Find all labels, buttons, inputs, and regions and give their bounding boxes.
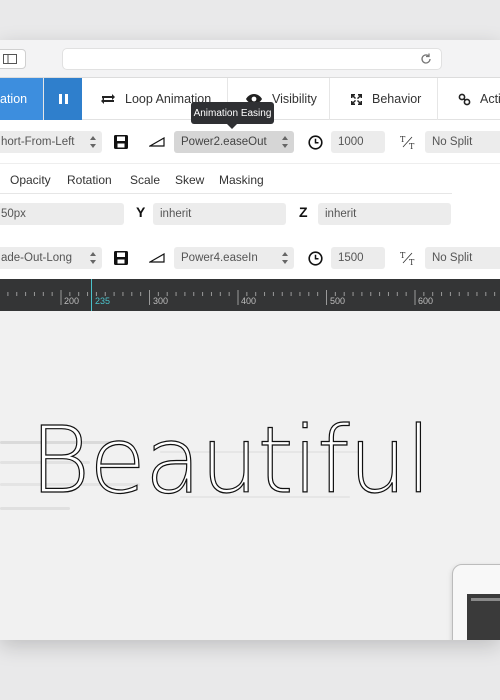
- tab-visibility-label: Visibility: [272, 92, 317, 106]
- split-in-value: No Split: [432, 136, 473, 148]
- duration-out-input[interactable]: 1500: [331, 247, 385, 269]
- timeline-label-600: 600: [418, 296, 434, 306]
- timeline-label-300: 300: [153, 296, 169, 306]
- z-offset-value: inherit: [325, 208, 357, 220]
- tab-behavior-label: Behavior: [372, 92, 422, 106]
- tab-behavior[interactable]: Behavior: [330, 78, 438, 120]
- svg-text:T: T: [400, 251, 406, 260]
- device-screen: [467, 594, 500, 640]
- split-out-value: No Split: [432, 252, 473, 264]
- tab-animation[interactable]: ation: [0, 78, 44, 120]
- pause-button[interactable]: [44, 78, 82, 120]
- transition-in-preset-value: hort-From-Left: [1, 136, 75, 148]
- subtab-opacity[interactable]: Opacity: [10, 173, 51, 187]
- duration-in-value: 1000: [338, 136, 364, 148]
- select-arrows-icon: [282, 136, 288, 148]
- z-axis-label: Z: [299, 204, 308, 220]
- link-icon: [458, 93, 471, 106]
- loop-icon: [100, 93, 116, 105]
- preview-stage: Beautiful: [0, 311, 500, 640]
- timeline-playhead[interactable]: [91, 279, 92, 311]
- device-mockup-image: [452, 564, 500, 640]
- subtab-scale[interactable]: Scale: [130, 173, 160, 187]
- svg-text:T: T: [409, 142, 415, 150]
- transition-out-preset-value: ade-Out-Long: [1, 252, 72, 264]
- select-arrows-icon: [90, 252, 96, 264]
- easing-ramp-icon: [147, 250, 167, 266]
- timeline-current-time: 235: [95, 296, 111, 306]
- clock-icon: [306, 133, 324, 151]
- transition-in-preset-select[interactable]: hort-From-Left: [0, 131, 102, 153]
- timeline-label-200: 200: [64, 296, 80, 306]
- transition-out-row: ade-Out-Long Power4.easeIn 1500 TT No Sp…: [0, 236, 500, 280]
- subtab-skew[interactable]: Skew: [175, 173, 204, 187]
- tab-actions-label: Acti: [480, 92, 500, 106]
- address-bar[interactable]: [62, 48, 442, 70]
- split-out-select[interactable]: No Split: [425, 247, 500, 269]
- sidebar-toggle-button[interactable]: [0, 49, 26, 69]
- z-offset-input[interactable]: inherit: [318, 203, 451, 225]
- y-axis-label: Y: [136, 204, 146, 220]
- duration-out-value: 1500: [338, 252, 364, 264]
- animation-easing-tooltip: Animation Easing: [191, 102, 274, 129]
- y-offset-input[interactable]: inherit: [153, 203, 286, 225]
- expand-icon: [350, 93, 363, 106]
- save-icon: [114, 251, 128, 265]
- svg-text:T: T: [400, 135, 406, 144]
- reload-icon[interactable]: [419, 52, 433, 66]
- pause-icon: [58, 94, 62, 104]
- sidebar-icon: [3, 54, 17, 64]
- easing-in-select[interactable]: Power2.easeOut: [174, 131, 294, 153]
- select-arrows-icon: [90, 136, 96, 148]
- easing-ramp-icon: [147, 134, 167, 150]
- timeline-ruler[interactable]: 200 235 300 400 500 600: [0, 279, 500, 311]
- timeline-label-500: 500: [330, 296, 346, 306]
- transition-out-preset-select[interactable]: ade-Out-Long: [0, 247, 102, 269]
- split-in-select[interactable]: No Split: [425, 131, 500, 153]
- save-preset-out-button[interactable]: [112, 249, 130, 267]
- transform-row: 50px Y inherit Z inherit: [0, 194, 500, 236]
- select-arrows-icon: [282, 252, 288, 264]
- easing-out-select[interactable]: Power4.easeIn: [174, 247, 294, 269]
- save-icon: [114, 135, 128, 149]
- timeline-ticks: [7, 290, 496, 305]
- subtab-masking[interactable]: Masking: [219, 173, 264, 187]
- subtab-rotation[interactable]: Rotation: [67, 173, 112, 187]
- split-text-icon: TT: [398, 132, 418, 152]
- tab-animation-label: ation: [0, 92, 28, 106]
- app-window: ation Loop Animation Visibility Behavior: [0, 40, 500, 640]
- x-offset-value: 50px: [1, 208, 26, 220]
- x-offset-input[interactable]: 50px: [0, 203, 124, 225]
- save-preset-button[interactable]: [112, 133, 130, 151]
- transition-in-row: hort-From-Left Power2.easeOut 1000 TT No…: [0, 120, 500, 164]
- easing-out-value: Power4.easeIn: [181, 252, 258, 264]
- svg-text:T: T: [409, 258, 415, 266]
- transform-subtabs: Opacity Rotation Scale Skew Masking: [0, 164, 452, 194]
- duration-in-input[interactable]: 1000: [331, 131, 385, 153]
- split-text-icon: TT: [398, 248, 418, 268]
- stage-headline[interactable]: Beautiful: [29, 414, 432, 507]
- browser-toolbar: [0, 40, 500, 78]
- tab-actions[interactable]: Acti: [438, 78, 500, 120]
- easing-in-value: Power2.easeOut: [181, 136, 267, 148]
- y-offset-value: inherit: [160, 208, 192, 220]
- timeline-label-400: 400: [241, 296, 257, 306]
- clock-icon: [306, 249, 324, 267]
